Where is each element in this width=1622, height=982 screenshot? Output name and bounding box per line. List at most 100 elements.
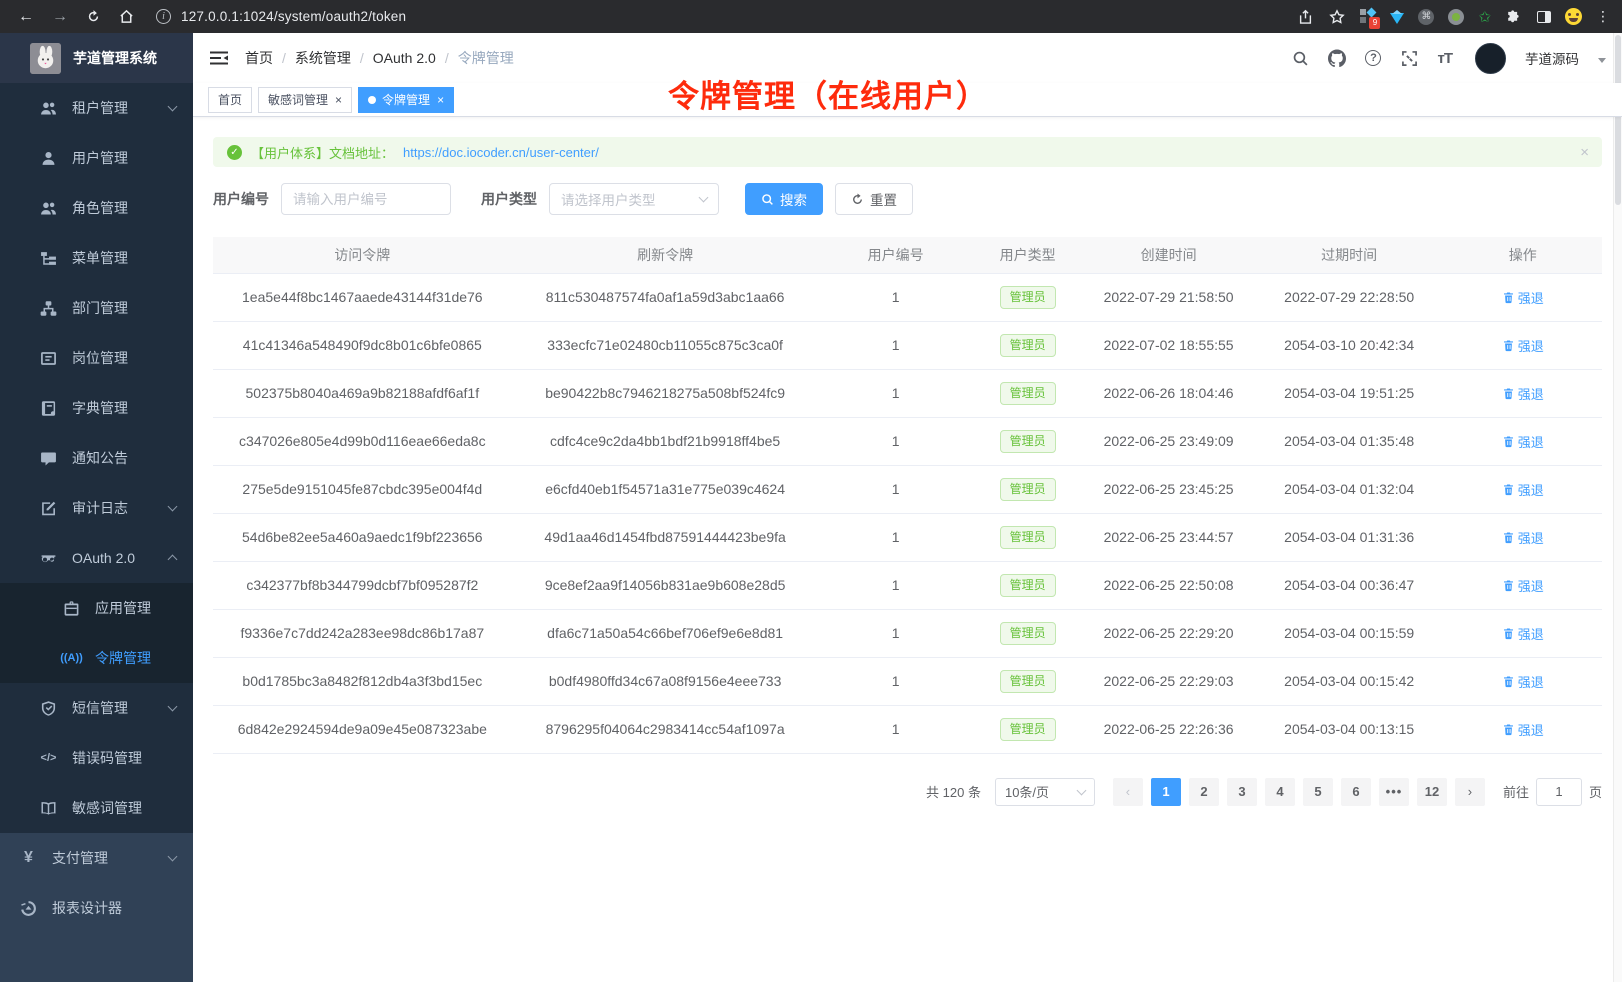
alert-text: 【用户体系】文档地址： [251, 143, 394, 162]
browser-menu-icon[interactable]: ⋮ [1596, 8, 1610, 25]
tab-close-icon[interactable]: × [334, 94, 342, 106]
sidebar-item-7[interactable]: 字典管理 [0, 383, 193, 433]
sidebar-item-9[interactable]: 审计日志 [0, 483, 193, 533]
sidebar-item-2[interactable]: 用户管理 [0, 133, 193, 183]
force-logout-button[interactable]: 强退 [1502, 432, 1544, 451]
page-button-4[interactable]: 4 [1265, 778, 1295, 806]
more-pages-button[interactable]: ••• [1379, 778, 1409, 806]
profile-emoji-avatar[interactable] [1565, 8, 1582, 25]
breadcrumb-item-1[interactable]: 首页 [245, 48, 273, 68]
github-icon[interactable] [1328, 49, 1346, 67]
breadcrumb-item-3[interactable]: OAuth 2.0 [373, 50, 436, 66]
sidebar-item-12[interactable]: ((A))令牌管理 [0, 633, 193, 683]
force-logout-button[interactable]: 强退 [1502, 720, 1544, 739]
sidebar-item-17[interactable]: 报表设计器 [0, 883, 193, 933]
share-icon[interactable] [1296, 8, 1314, 26]
browser-back-button[interactable]: ← [18, 8, 34, 26]
user-type-cell: 管理员 [973, 609, 1083, 657]
sidebar-item-1[interactable]: 租户管理 [0, 83, 193, 133]
browser-reload-button[interactable] [86, 9, 101, 24]
extension-record-icon[interactable] [1448, 9, 1464, 25]
user-menu-caret-icon[interactable] [1598, 58, 1606, 63]
force-logout-button[interactable]: 强退 [1502, 672, 1544, 691]
user-type-cell: 管理员 [973, 657, 1083, 705]
prev-page-button[interactable]: ‹ [1113, 778, 1143, 806]
bookmark-star-icon[interactable] [1328, 8, 1346, 26]
sidebar-item-5[interactable]: 部门管理 [0, 283, 193, 333]
sidebar-collapse-icon[interactable] [209, 48, 229, 68]
user-id-cell: 1 [819, 369, 973, 417]
table-row-5: 275e5de9151045fe87cbdc395e004f4de6cfd40e… [213, 465, 1602, 513]
reset-button[interactable]: 重置 [835, 183, 913, 215]
search-icon[interactable] [1291, 49, 1309, 67]
peoples-icon [40, 100, 57, 117]
extension-command-icon[interactable]: ⌘ [1418, 9, 1434, 25]
table-header-row: 访问令牌刷新令牌用户编号用户类型创建时间过期时间操作 [213, 237, 1602, 273]
fullscreen-icon[interactable] [1400, 49, 1418, 67]
sidebar-item-16[interactable]: ¥支付管理 [0, 833, 193, 883]
force-logout-button[interactable]: 强退 [1502, 288, 1544, 307]
page-button-12[interactable]: 12 [1417, 778, 1447, 806]
browser-home-button[interactable] [119, 9, 134, 24]
user-type-badge: 管理员 [1000, 622, 1056, 645]
tab-1[interactable]: 首页 [208, 87, 252, 113]
page-button-5[interactable]: 5 [1303, 778, 1333, 806]
page-button-2[interactable]: 2 [1189, 778, 1219, 806]
force-logout-button[interactable]: 强退 [1502, 624, 1544, 643]
search-button[interactable]: 搜索 [745, 183, 823, 215]
page-button-3[interactable]: 3 [1227, 778, 1257, 806]
page-button-1[interactable]: 1 [1151, 778, 1181, 806]
page-button-6[interactable]: 6 [1341, 778, 1371, 806]
force-logout-button[interactable]: 强退 [1502, 384, 1544, 403]
force-logout-button[interactable]: 强退 [1502, 528, 1544, 547]
side-panel-icon[interactable] [1537, 11, 1551, 23]
sidebar-item-3[interactable]: 角色管理 [0, 183, 193, 233]
force-logout-button[interactable]: 强退 [1502, 480, 1544, 499]
user-icon [40, 150, 57, 167]
page-size-select[interactable]: 10条/页 [995, 778, 1095, 806]
main-scrollbar[interactable] [1613, 33, 1622, 982]
sidebar-item-14[interactable]: </>错误码管理 [0, 733, 193, 783]
force-logout-button[interactable]: 强退 [1502, 336, 1544, 355]
app-logo[interactable]: 芋道管理系统 [0, 33, 193, 83]
extension-tabs-icon[interactable]: 9 [1360, 9, 1376, 25]
goto-page-input[interactable] [1536, 778, 1582, 806]
force-logout-button[interactable]: 强退 [1502, 576, 1544, 595]
sidebar-item-4[interactable]: 菜单管理 [0, 233, 193, 283]
avatar[interactable] [1475, 43, 1506, 74]
alert-close-icon[interactable]: × [1580, 144, 1589, 161]
user-type-cell: 管理员 [973, 417, 1083, 465]
sidebar-item-11[interactable]: 应用管理 [0, 583, 193, 633]
column-header: 刷新令牌 [512, 237, 819, 273]
url-text[interactable]: 127.0.0.1:1024/system/oauth2/token [181, 9, 406, 24]
next-page-button[interactable]: › [1455, 778, 1485, 806]
extension-gem-icon[interactable] [1390, 13, 1404, 24]
username: 芋道源码 [1525, 48, 1579, 68]
sidebar-item-6[interactable]: 岗位管理 [0, 333, 193, 383]
font-size-icon[interactable]: тT [1437, 50, 1452, 67]
refresh-token-cell: cdfc4ce9c2da4bb1bdf21b9918ff4be5 [512, 417, 819, 465]
user-id-cell: 1 [819, 273, 973, 321]
site-info-icon[interactable]: i [156, 9, 171, 24]
browser-forward-button[interactable]: → [52, 8, 68, 26]
user-id-cell: 1 [819, 417, 973, 465]
tab-2[interactable]: 敏感词管理 × [258, 87, 352, 113]
sidebar-item-10[interactable]: OAuth 2.0 [0, 533, 193, 583]
user-id-input[interactable] [293, 192, 439, 207]
sidebar-item-13[interactable]: 短信管理 [0, 683, 193, 733]
sidebar-item-15[interactable]: 敏感词管理 [0, 783, 193, 833]
refresh-token-cell: 811c530487574fa0af1a59d3abc1aa66 [512, 273, 819, 321]
address-bar[interactable]: i 127.0.0.1:1024/system/oauth2/token [156, 9, 1296, 24]
tab-label: 敏感词管理 [268, 91, 328, 108]
doc-link[interactable]: https://doc.iocoder.cn/user-center/ [403, 145, 599, 160]
tab-close-icon[interactable]: × [436, 94, 444, 106]
breadcrumb-item-2[interactable]: 系统管理 [295, 48, 351, 68]
sidebar-item-8[interactable]: 通知公告 [0, 433, 193, 483]
user-id-cell: 1 [819, 465, 973, 513]
extension-puzzle-icon[interactable] [1505, 8, 1523, 26]
tab-3[interactable]: 令牌管理× [358, 87, 454, 113]
user-type-select[interactable]: 请选择用户类型 [549, 183, 719, 215]
page-suffix: 页 [1589, 782, 1602, 801]
extension-star-icon[interactable]: ✩ [1478, 8, 1491, 26]
help-icon[interactable]: ? [1365, 50, 1381, 66]
